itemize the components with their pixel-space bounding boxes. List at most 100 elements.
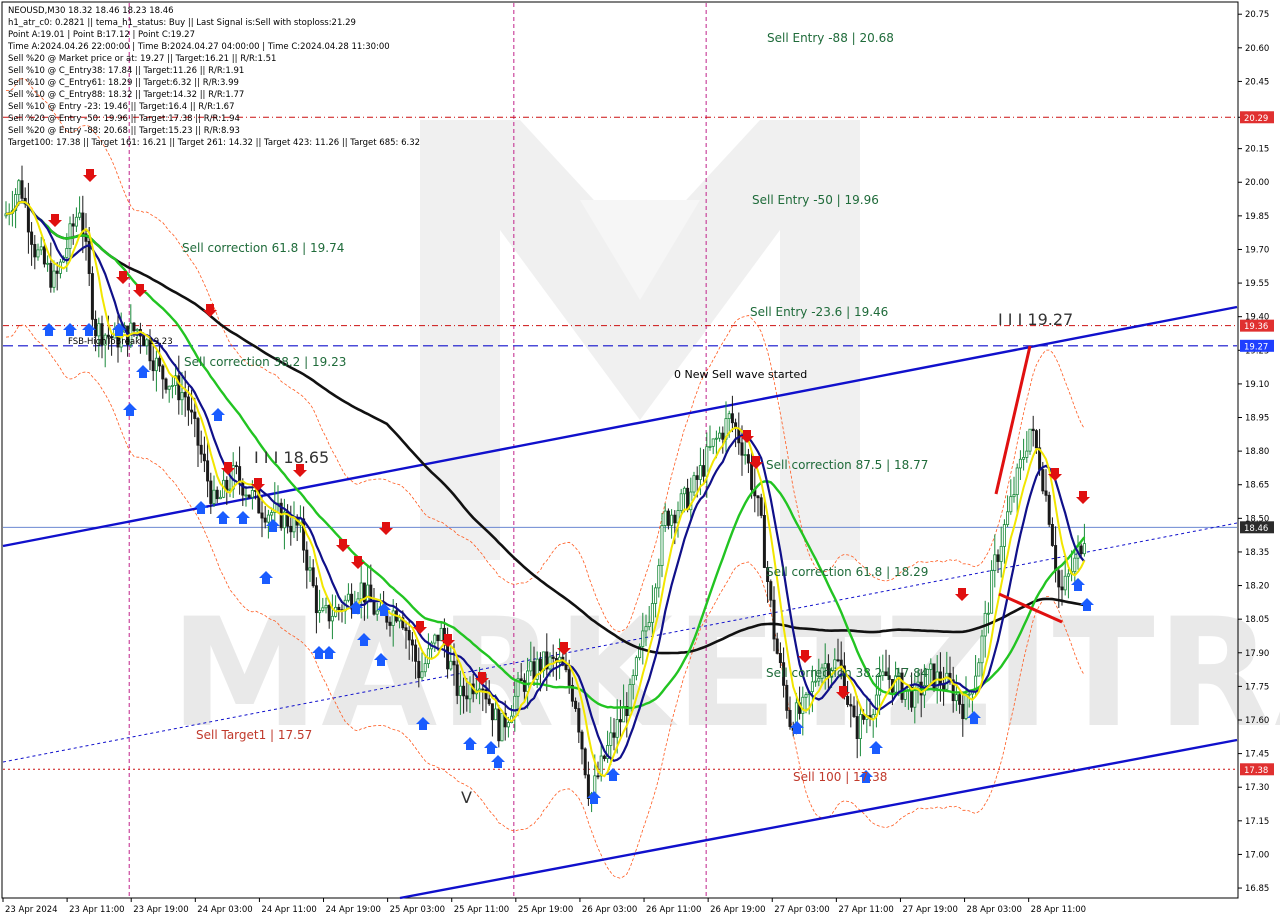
candle-body	[52, 270, 56, 288]
price-tick-label: 19.85	[1245, 212, 1269, 222]
candle-body	[193, 411, 197, 419]
candle-body	[20, 180, 24, 199]
candle-body	[670, 514, 674, 526]
candle-body	[247, 494, 251, 498]
label-sell-entry-50: Sell Entry -50 | 19.96	[752, 193, 879, 207]
candle-body	[90, 273, 94, 320]
candle-body	[756, 495, 760, 499]
candle-body	[663, 510, 667, 526]
candle-body	[858, 714, 862, 740]
candle-body	[1044, 490, 1048, 496]
candle-body	[436, 634, 440, 642]
candle-body	[321, 607, 325, 611]
candle-body	[1022, 457, 1026, 460]
label-fsb-high: FSB-HighToBreak | 19.23	[68, 337, 173, 347]
candle-body	[634, 657, 638, 676]
candle-body	[314, 585, 318, 614]
candle-body	[986, 612, 990, 615]
label-sell-target1: Sell Target1 | 17.57	[196, 728, 312, 742]
candle-body	[1009, 496, 1013, 513]
candle-body	[762, 515, 766, 568]
candle-body	[369, 584, 373, 603]
price-tick-label: 20.60	[1245, 44, 1269, 54]
candle-body	[650, 603, 654, 623]
candle-body	[772, 599, 776, 640]
candle-body	[1028, 428, 1032, 452]
price-tick-label: 17.15	[1245, 817, 1269, 827]
candle-body	[1054, 545, 1058, 572]
time-tick-label: 26 Apr 03:00	[582, 905, 637, 915]
price-tick-label: 16.85	[1245, 884, 1269, 894]
candle-body	[836, 659, 840, 662]
candle-body	[612, 732, 616, 738]
candle-body	[506, 722, 510, 728]
candle-body	[692, 475, 696, 493]
time-tick-label: 24 Apr 03:00	[197, 905, 252, 915]
candle-body	[750, 462, 754, 490]
candle-body	[196, 418, 200, 446]
candle-body	[30, 231, 34, 245]
candle-body	[647, 622, 651, 628]
info-line: h1_atr_c0: 0.2821 || tema_h1_status: Buy…	[8, 18, 356, 28]
price-badge-label: 19.36	[1244, 322, 1268, 332]
candle-body	[538, 658, 542, 672]
price-tick-label: 17.30	[1245, 783, 1269, 793]
candle-body	[990, 570, 994, 614]
candle-body	[42, 246, 46, 265]
candle-body	[391, 610, 395, 626]
candle-body	[775, 638, 779, 654]
candle-body	[311, 567, 315, 587]
candle-body	[270, 512, 274, 516]
candle-body	[494, 708, 498, 721]
candle-body	[564, 664, 568, 671]
price-tick-label: 20.45	[1245, 77, 1269, 87]
candle-body	[644, 626, 648, 632]
candle-body	[39, 246, 43, 251]
price-tick-label: 17.60	[1245, 716, 1269, 726]
candle-body	[641, 630, 645, 647]
candle-body	[964, 693, 968, 720]
candle-body	[1025, 450, 1029, 458]
candle-body	[631, 675, 635, 685]
price-tick-label: 18.65	[1245, 481, 1269, 491]
price-tick-label: 18.35	[1245, 548, 1269, 558]
candle-body	[679, 493, 683, 511]
candle-body	[1031, 428, 1035, 432]
candle-body	[49, 262, 53, 288]
candle-body	[186, 396, 190, 411]
candle-body	[65, 248, 69, 258]
candle-body	[958, 694, 962, 705]
candle-body	[94, 318, 98, 337]
candle-body	[135, 329, 139, 332]
candle-body	[967, 693, 971, 696]
candle-body	[346, 593, 350, 601]
candle-body	[490, 703, 494, 721]
candle-body	[455, 664, 459, 696]
price-tick-label: 18.05	[1245, 615, 1269, 625]
info-line: Point A:19.01 | Point B:17.12 | Point C:…	[8, 30, 195, 40]
time-tick-label: 23 Apr 11:00	[69, 905, 124, 915]
candle-body	[78, 212, 82, 218]
candle-body	[593, 775, 597, 795]
label-sell-entry-23: Sell Entry -23.6 | 19.46	[750, 305, 888, 319]
candle-body	[244, 494, 248, 497]
candle-body	[1060, 586, 1064, 591]
candle-body	[250, 490, 254, 498]
label-sell-correction-875: Sell correction 87.5 | 18.77	[766, 458, 928, 472]
time-tick-label: 27 Apr 11:00	[838, 905, 893, 915]
candle-body	[695, 475, 699, 480]
candle-body	[302, 518, 306, 551]
candle-body	[337, 606, 341, 611]
price-chart[interactable]: MARKETZITRADE 20.7520.6020.4520.2920.152…	[0, 0, 1280, 920]
candle-body	[999, 545, 1003, 562]
candle-body	[654, 587, 658, 604]
candle-body	[698, 465, 702, 480]
candle-body	[580, 731, 584, 750]
candle-body	[1047, 494, 1051, 525]
candle-body	[1034, 430, 1038, 449]
candle-body	[785, 684, 789, 711]
price-tick-label: 17.45	[1245, 750, 1269, 760]
candle-body	[954, 694, 958, 702]
candle-body	[961, 703, 965, 720]
price-badge-label: 19.27	[1244, 342, 1268, 352]
